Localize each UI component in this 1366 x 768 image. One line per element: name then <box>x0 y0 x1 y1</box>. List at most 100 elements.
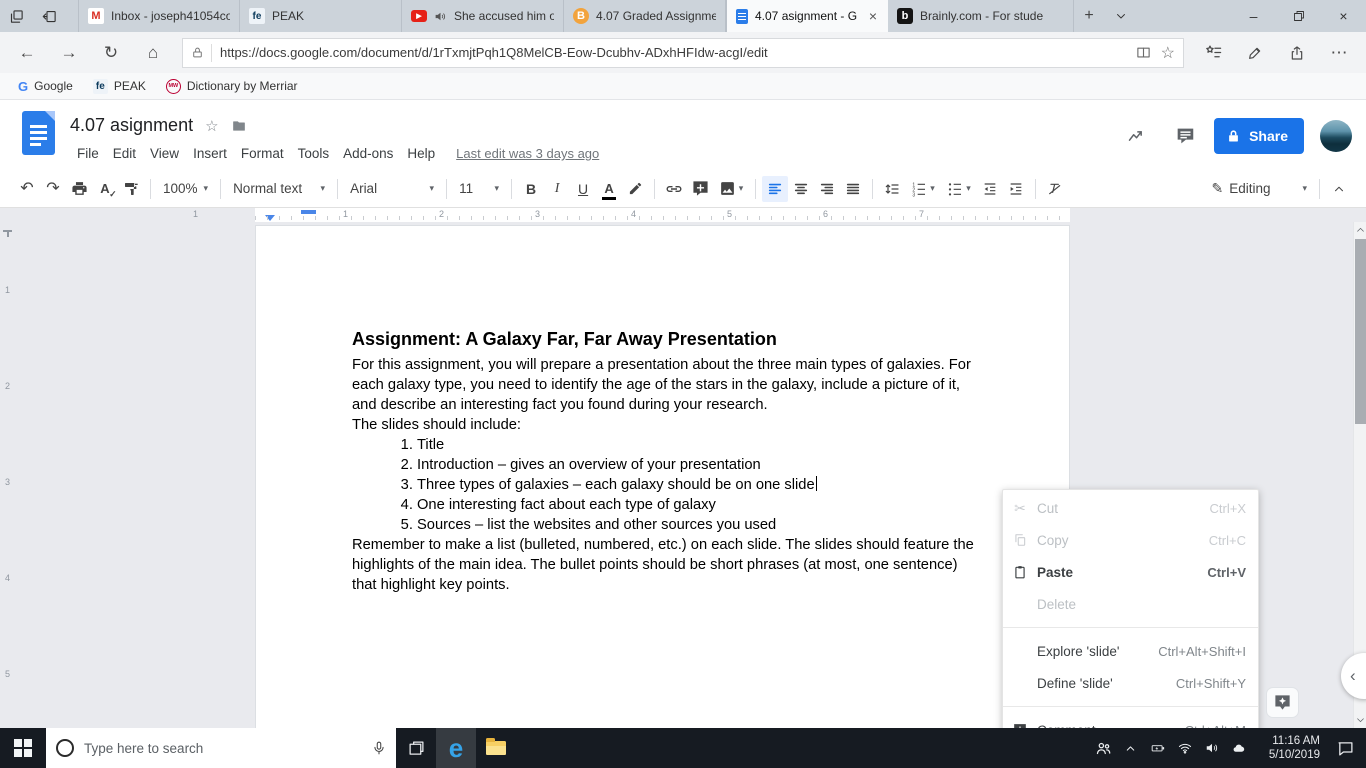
font-select[interactable]: Arial ▾ <box>344 176 440 202</box>
scrollbar-thumb[interactable] <box>1355 239 1366 424</box>
onedrive-cloud-icon[interactable] <box>1225 742 1252 755</box>
document-content[interactable]: Assignment: A Galaxy Far, Far Away Prese… <box>256 226 1069 595</box>
start-button[interactable] <box>0 728 46 768</box>
increase-indent-icon[interactable] <box>1003 176 1029 202</box>
people-icon[interactable] <box>1090 740 1117 757</box>
zoom-select[interactable]: 100% ▾ <box>157 176 214 202</box>
align-center-icon[interactable] <box>788 176 814 202</box>
document-title[interactable]: 4.07 asignment <box>70 115 193 136</box>
menu-item-paste[interactable]: Paste Ctrl+V <box>1003 556 1258 588</box>
account-avatar[interactable] <box>1320 120 1352 152</box>
menu-tools[interactable]: Tools <box>291 143 337 164</box>
menu-addons[interactable]: Add-ons <box>336 143 400 164</box>
insert-image-icon[interactable]: ▾ <box>713 176 749 202</box>
document-page[interactable]: Assignment: A Galaxy Far, Far Away Prese… <box>255 225 1070 728</box>
tab-peak[interactable]: fe PEAK <box>240 0 402 32</box>
paragraph-style-select[interactable]: Normal text ▾ <box>227 176 331 202</box>
paint-format-icon[interactable] <box>118 176 144 202</box>
window-close-button[interactable]: × <box>1321 0 1366 32</box>
task-view-button[interactable] <box>396 728 436 768</box>
web-notes-pen-icon[interactable] <box>1234 35 1276 71</box>
battery-icon[interactable] <box>1144 741 1171 755</box>
line-spacing-icon[interactable] <box>879 176 905 202</box>
volume-icon[interactable] <box>1198 741 1225 755</box>
tab-preview-icon[interactable] <box>0 0 33 32</box>
underline-icon[interactable]: U <box>570 176 596 202</box>
url-field[interactable]: https://docs.google.com/document/d/1rTxm… <box>182 37 1184 68</box>
menu-item-explore[interactable]: Explore 'slide' Ctrl+Alt+Shift+I <box>1003 635 1258 667</box>
side-panel-toggle[interactable]: ‹ <box>1341 653 1366 699</box>
forward-icon[interactable]: → <box>48 35 90 71</box>
justify-icon[interactable] <box>840 176 866 202</box>
new-tab-button[interactable]: + <box>1074 0 1104 32</box>
bookmark-dictionary[interactable]: MW Dictionary by Merriar <box>158 75 306 97</box>
taskbar-edge-button[interactable]: e <box>436 728 476 768</box>
align-left-icon[interactable] <box>762 175 789 202</box>
insert-link-icon[interactable] <box>661 176 687 202</box>
tab-list-chevron-icon[interactable] <box>1104 0 1137 32</box>
indent-marker-bar[interactable] <box>301 210 316 214</box>
taskbar-search-input[interactable]: Type here to search <box>46 728 396 768</box>
reading-view-icon[interactable] <box>1136 45 1151 60</box>
menu-item-comment[interactable]: Comment Ctrl+Alt+M <box>1003 714 1258 728</box>
share-page-icon[interactable] <box>1276 35 1318 71</box>
tab-gmail[interactable]: M Inbox - joseph41054co <box>78 0 240 32</box>
window-restore-button[interactable] <box>1276 0 1321 32</box>
clear-formatting-icon[interactable] <box>1042 176 1068 202</box>
tab-google-docs-active[interactable]: 4.07 asignment - G × <box>726 0 888 32</box>
insights-trend-icon[interactable] <box>1118 118 1156 154</box>
menu-edit[interactable]: Edit <box>106 143 143 164</box>
horizontal-ruler[interactable]: 1 1 2 3 4 5 6 7 <box>0 208 1366 222</box>
bookmark-peak[interactable]: fe PEAK <box>85 75 154 97</box>
text-color-icon[interactable]: A <box>596 176 622 202</box>
tab-close-icon[interactable]: × <box>867 8 879 24</box>
numbered-list-icon[interactable]: 123 ▾ <box>905 176 941 202</box>
show-hidden-icons-chevron[interactable] <box>1117 742 1144 755</box>
comments-icon[interactable] <box>1166 118 1204 154</box>
taskbar-clock[interactable]: 11:16 AM 5/10/2019 <box>1252 734 1324 762</box>
scroll-down-icon[interactable] <box>1355 715 1366 725</box>
home-icon[interactable]: ⌂ <box>132 35 174 71</box>
move-to-folder-icon[interactable] <box>231 119 247 133</box>
explore-button[interactable] <box>1266 687 1299 718</box>
collapse-toolbar-icon[interactable] <box>1326 176 1352 202</box>
wifi-icon[interactable] <box>1171 741 1198 755</box>
spelling-check-icon[interactable]: A ✓ <box>92 176 118 202</box>
bookmark-google[interactable]: G Google <box>10 75 81 97</box>
print-icon[interactable] <box>66 176 92 202</box>
tab-graded-assignment[interactable]: B 4.07 Graded Assignmen <box>564 0 726 32</box>
font-size-select[interactable]: 11 ▾ <box>453 176 505 202</box>
bulleted-list-icon[interactable]: ▾ <box>941 176 977 202</box>
menu-format[interactable]: Format <box>234 143 291 164</box>
google-docs-logo[interactable] <box>22 111 55 155</box>
add-favorite-star-icon[interactable]: ☆ <box>1161 43 1175 63</box>
menu-help[interactable]: Help <box>400 143 442 164</box>
menu-insert[interactable]: Insert <box>186 143 234 164</box>
decrease-indent-icon[interactable] <box>977 176 1003 202</box>
italic-icon[interactable]: I <box>544 176 570 202</box>
window-minimize-button[interactable]: – <box>1231 0 1276 32</box>
last-edit-link[interactable]: Last edit was 3 days ago <box>456 146 599 161</box>
scroll-up-icon[interactable] <box>1355 225 1366 235</box>
tab-youtube[interactable]: ▶ She accused him o <box>402 0 564 32</box>
more-options-icon[interactable]: ⋯ <box>1318 35 1360 71</box>
microphone-icon[interactable] <box>372 740 386 756</box>
refresh-icon[interactable]: ↻ <box>90 35 132 71</box>
action-center-icon[interactable] <box>1324 740 1366 757</box>
back-icon[interactable]: ← <box>6 35 48 71</box>
menu-view[interactable]: View <box>143 143 186 164</box>
taskbar-file-explorer-button[interactable] <box>476 728 516 768</box>
set-tabs-aside-icon[interactable] <box>33 0 66 32</box>
tab-brainly[interactable]: b Brainly.com - For stude <box>888 0 1074 32</box>
share-button[interactable]: Share <box>1214 118 1304 154</box>
editing-mode-select[interactable]: ✎ Editing ▾ <box>1205 176 1313 202</box>
bold-icon[interactable]: B <box>518 176 544 202</box>
tab-audio-icon[interactable] <box>434 10 447 23</box>
hub-favorites-icon[interactable] <box>1192 35 1234 71</box>
redo-icon[interactable]: ↷ <box>40 176 66 202</box>
align-right-icon[interactable] <box>814 176 840 202</box>
star-document-icon[interactable]: ☆ <box>205 117 218 135</box>
menu-item-define[interactable]: Define 'slide' Ctrl+Shift+Y <box>1003 667 1258 699</box>
undo-icon[interactable]: ↶ <box>14 176 40 202</box>
menu-file[interactable]: File <box>70 143 106 164</box>
